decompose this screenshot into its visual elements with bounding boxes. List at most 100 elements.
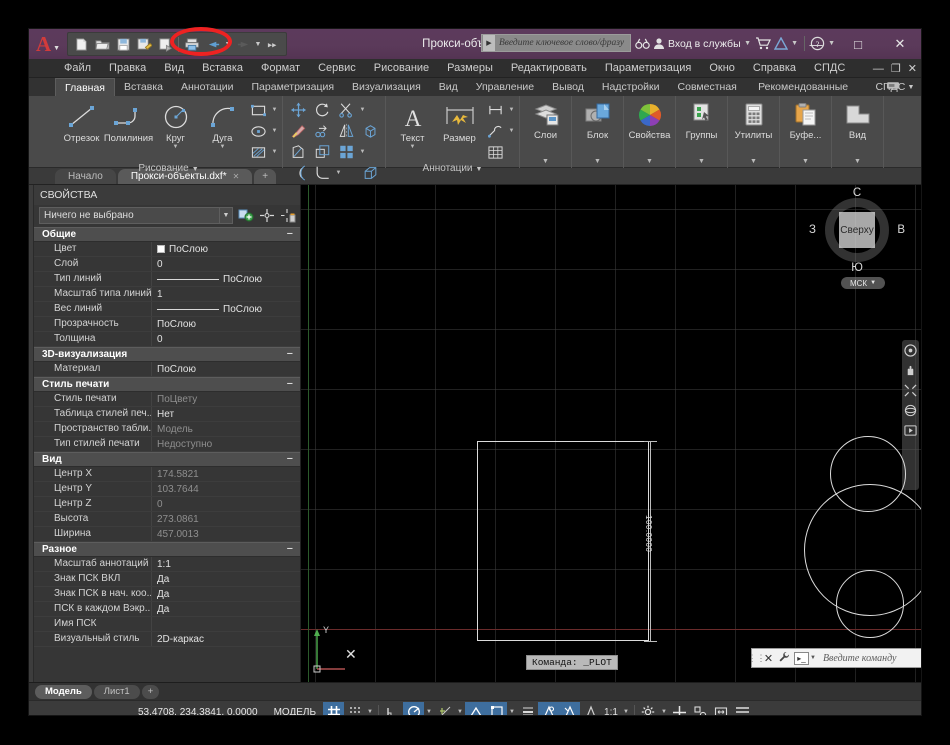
doc-minimize-button[interactable]: — bbox=[873, 63, 884, 75]
layers-expand-icon[interactable]: ▼ bbox=[542, 158, 549, 168]
property-row-center-z[interactable]: Центр Z 0 bbox=[34, 497, 300, 512]
account-dropdown-icon[interactable]: ▼ bbox=[744, 40, 752, 47]
dim-dropdown-icon[interactable]: ▼ bbox=[507, 100, 516, 120]
view-cube-east-label[interactable]: В bbox=[897, 224, 905, 236]
select-objects-icon[interactable] bbox=[258, 207, 275, 224]
settings-dropdown-icon[interactable]: ▼ bbox=[659, 702, 669, 717]
ribbon-panel-view[interactable]: Вид ▼ bbox=[832, 96, 884, 168]
property-group-view[interactable]: Вид − bbox=[34, 452, 300, 467]
menu-item-view[interactable]: Вид bbox=[155, 59, 193, 78]
tab-output[interactable]: Вывод bbox=[543, 78, 593, 96]
menu-item-edit[interactable]: Правка bbox=[100, 59, 155, 78]
settings-gear-icon[interactable] bbox=[638, 702, 659, 717]
search-dropdown-icon[interactable]: ▶ bbox=[483, 35, 495, 51]
view-cube-west-label[interactable]: З bbox=[809, 224, 816, 236]
fullscreen-icon[interactable] bbox=[711, 702, 732, 717]
groups-expand-icon[interactable]: ▼ bbox=[698, 158, 705, 168]
utilities-expand-icon[interactable]: ▼ bbox=[750, 158, 757, 168]
annotation-scale-value[interactable]: 1:1 bbox=[601, 707, 621, 717]
view-expand-icon[interactable]: ▼ bbox=[854, 158, 861, 168]
lineweight-icon[interactable] bbox=[517, 702, 538, 717]
menu-item-parametric[interactable]: Параметризация bbox=[596, 59, 700, 78]
autodesk-icon[interactable] bbox=[774, 37, 788, 50]
view-cube-north-label[interactable]: С bbox=[853, 187, 861, 199]
menu-item-insert[interactable]: Вставка bbox=[193, 59, 252, 78]
collapse-icon[interactable]: − bbox=[287, 542, 293, 557]
export-icon[interactable] bbox=[155, 34, 175, 54]
new-layout-button[interactable]: + bbox=[142, 685, 160, 699]
undo-icon[interactable] bbox=[203, 34, 223, 54]
tab-manage[interactable]: Управление bbox=[467, 78, 543, 96]
rectangle-icon[interactable] bbox=[246, 100, 270, 120]
ucs-selector[interactable]: МСК ▼ bbox=[841, 277, 885, 289]
application-menu-button[interactable]: A ▼ bbox=[31, 30, 65, 58]
tab-addins[interactable]: Надстройки bbox=[593, 78, 669, 96]
fillet-dropdown-icon[interactable]: ▼ bbox=[334, 163, 343, 183]
drawn-circle-small-top[interactable] bbox=[830, 436, 906, 512]
menu-item-format[interactable]: Формат bbox=[252, 59, 309, 78]
ribbon-panel-clipboard[interactable]: Буфе... ▼ bbox=[780, 96, 832, 168]
3d-object-snap-icon[interactable] bbox=[486, 702, 507, 717]
annotation-panel-title[interactable]: Аннотации▼ bbox=[389, 162, 516, 176]
properties-expand-icon[interactable]: ▼ bbox=[646, 158, 653, 168]
tab-annotate[interactable]: Аннотации bbox=[172, 78, 243, 96]
property-row-center-y[interactable]: Центр Y 103.7644 bbox=[34, 482, 300, 497]
hatch-dropdown-icon[interactable]: ▼ bbox=[270, 142, 279, 162]
property-value-wrap[interactable]: ПоСлою bbox=[152, 304, 300, 315]
tool-circle[interactable]: Круг ▼ bbox=[152, 100, 199, 150]
minimize-button[interactable]: — bbox=[795, 29, 837, 59]
draw-panel-title[interactable]: Рисование▼ bbox=[58, 162, 279, 176]
leader-icon[interactable] bbox=[483, 121, 507, 141]
add-icon[interactable] bbox=[669, 702, 690, 717]
space-indicator[interactable]: МОДЕЛЬ bbox=[267, 707, 323, 717]
tab-view[interactable]: Вид bbox=[430, 78, 467, 96]
collapse-icon[interactable]: − bbox=[287, 347, 293, 362]
redo-dropdown-icon[interactable]: ▼ bbox=[254, 41, 262, 48]
orbit-icon[interactable] bbox=[904, 404, 917, 417]
dynamic-ucs-icon[interactable] bbox=[580, 702, 601, 717]
close-icon[interactable]: ✕ bbox=[761, 652, 776, 665]
tool-text-dropdown-icon[interactable]: ▼ bbox=[410, 144, 416, 150]
property-row-width[interactable]: Ширина 457.0013 bbox=[34, 527, 300, 542]
property-group-plotstyle[interactable]: Стиль печати − bbox=[34, 377, 300, 392]
collapse-icon[interactable]: − bbox=[287, 227, 293, 242]
plot-print-icon[interactable] bbox=[182, 34, 202, 54]
snap-mode-icon[interactable] bbox=[344, 702, 365, 717]
menu-item-file[interactable]: Файл bbox=[55, 59, 100, 78]
property-row-linetype[interactable]: Тип линий ПоСлою bbox=[34, 272, 300, 287]
array-rect-icon[interactable] bbox=[334, 142, 358, 162]
tool-text[interactable]: A Текст ▼ bbox=[389, 100, 436, 150]
property-row-ucsicon-origin[interactable]: Знак ПСК в нач. коо... Да bbox=[34, 587, 300, 602]
ellipse-icon[interactable] bbox=[246, 121, 270, 141]
maximize-button[interactable]: □ bbox=[837, 29, 879, 59]
fillet-icon[interactable] bbox=[310, 163, 334, 183]
binoculars-icon[interactable] bbox=[635, 37, 650, 50]
view-cube-face[interactable]: Сверху bbox=[839, 212, 875, 248]
menu-item-spds[interactable]: СПДС bbox=[805, 59, 854, 78]
rectangle-dropdown-icon[interactable]: ▼ bbox=[270, 100, 279, 120]
redo-icon[interactable] bbox=[233, 34, 253, 54]
drawn-rectangle[interactable] bbox=[477, 441, 649, 641]
doc-close-button[interactable]: ✕ bbox=[908, 62, 917, 75]
grid-display-icon[interactable] bbox=[323, 702, 344, 717]
tab-insert[interactable]: Вставка bbox=[115, 78, 172, 96]
property-row-visual-style[interactable]: Визуальный стиль 2D-каркас bbox=[34, 632, 300, 647]
dimension-text[interactable]: 100.0000 bbox=[644, 515, 653, 552]
property-row-thickness[interactable]: Толщина 0 bbox=[34, 332, 300, 347]
account-label[interactable]: Вход в службы bbox=[668, 38, 741, 50]
dim-linear-icon[interactable] bbox=[483, 100, 507, 120]
menu-item-tools[interactable]: Сервис bbox=[309, 59, 365, 78]
ribbon-panel-block[interactable]: Блок ▼ bbox=[572, 96, 624, 168]
block-expand-icon[interactable]: ▼ bbox=[594, 158, 601, 168]
pan-hand-icon[interactable] bbox=[904, 364, 917, 377]
tool-dimension[interactable]: Размер bbox=[436, 100, 483, 144]
ortho-mode-icon[interactable] bbox=[382, 702, 403, 717]
tool-polyline[interactable]: Полилиния bbox=[105, 100, 152, 144]
scale-icon[interactable] bbox=[310, 142, 334, 162]
wrench-icon[interactable] bbox=[776, 651, 792, 666]
property-row-height[interactable]: Высота 273.0861 bbox=[34, 512, 300, 527]
command-line-bar[interactable]: ⋮⋮ ✕ ▸_ ▼ Введите команду ▲ bbox=[751, 648, 921, 668]
trim-icon[interactable] bbox=[334, 100, 358, 120]
property-row-plotstyle-space[interactable]: Пространство табли... Модель bbox=[34, 422, 300, 437]
object-snap-tracking-icon[interactable] bbox=[434, 702, 455, 717]
